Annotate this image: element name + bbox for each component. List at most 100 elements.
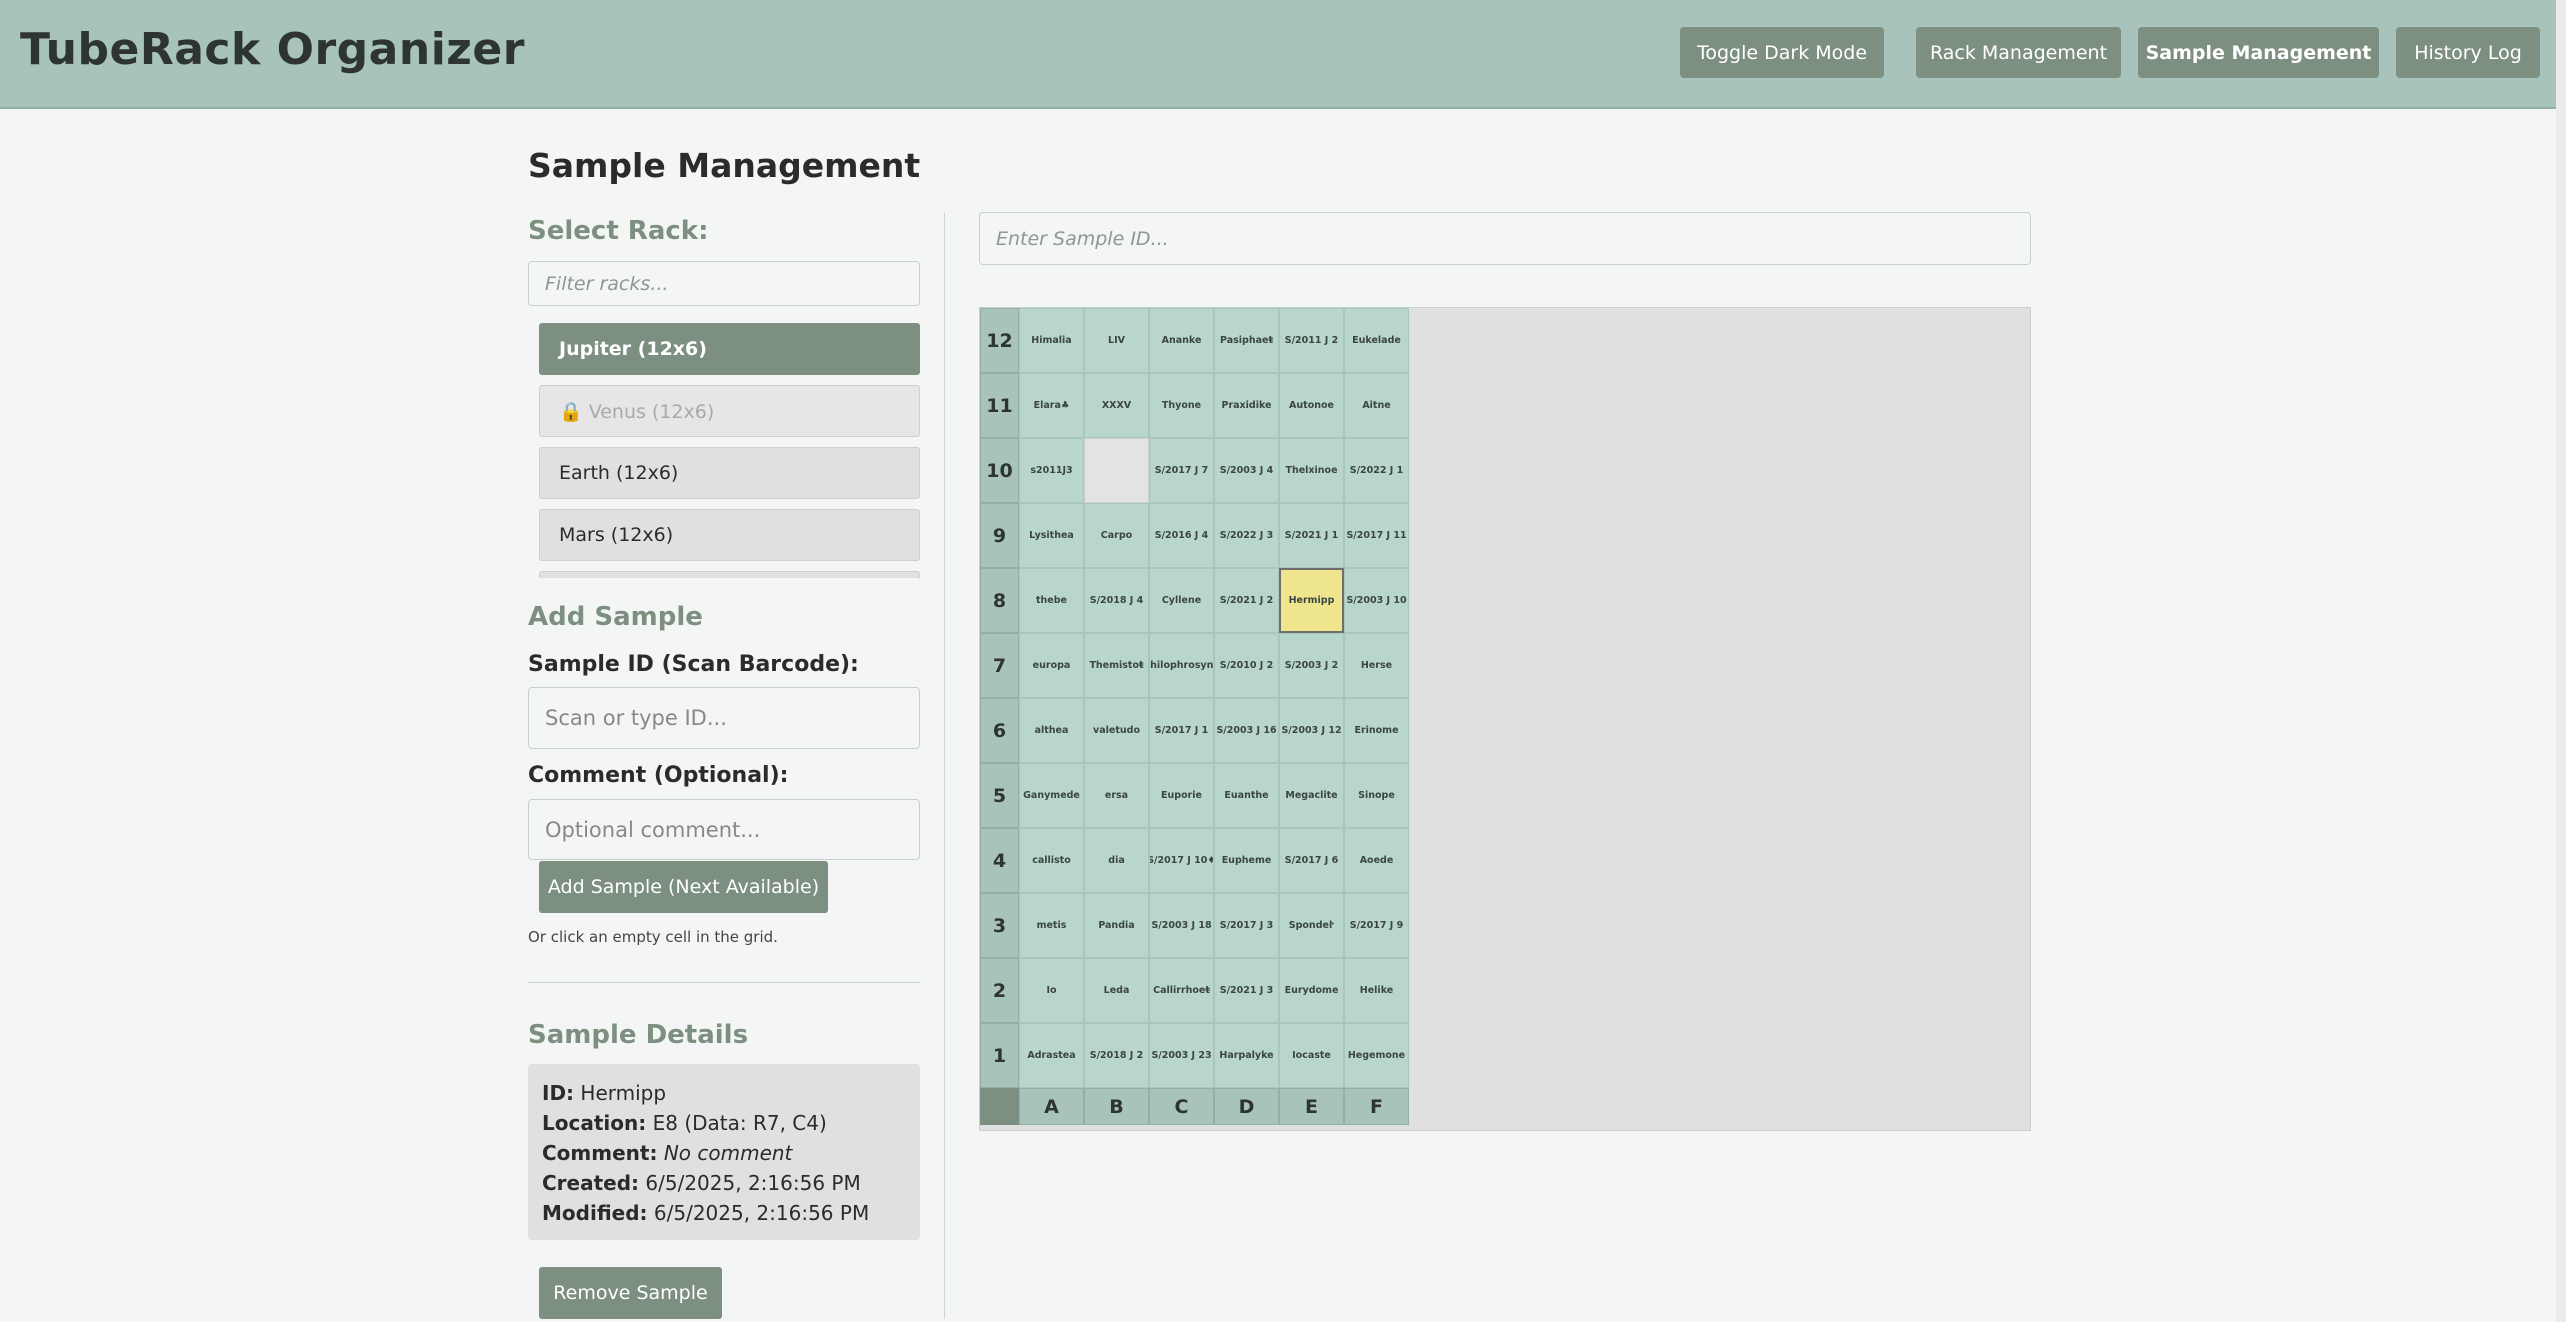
rack-cell-f11[interactable]: Aitne: [1344, 373, 1409, 438]
rack-cell-f12[interactable]: Eukelade: [1344, 308, 1409, 373]
add-sample-button[interactable]: Add Sample (Next Available): [539, 861, 828, 913]
rack-cell-a11[interactable]: Elara♣: [1019, 373, 1084, 438]
rack-cell-f3[interactable]: S/2017 J 9: [1344, 893, 1409, 958]
rack-cell-c4[interactable]: S/2017 J 10♦: [1149, 828, 1214, 893]
rack-cell-d9[interactable]: S/2022 J 3: [1214, 503, 1279, 568]
rack-cell-d4[interactable]: Eupheme: [1214, 828, 1279, 893]
rack-cell-e8[interactable]: Hermipp: [1279, 568, 1344, 633]
rack-cell-f4[interactable]: Aoede: [1344, 828, 1409, 893]
rack-cell-e3[interactable]: Spondeŀ: [1279, 893, 1344, 958]
sample-search-input[interactable]: [979, 212, 2031, 265]
rack-cell-b6[interactable]: valetudo: [1084, 698, 1149, 763]
rack-cell-a5[interactable]: Ganymede: [1019, 763, 1084, 828]
detail-id-label: ID:: [542, 1081, 575, 1105]
detail-created-label: Created:: [542, 1171, 640, 1195]
rack-cell-e2[interactable]: Eurydome: [1279, 958, 1344, 1023]
rack-cell-e12[interactable]: S/2011 J 2: [1279, 308, 1344, 373]
rack-cell-c2[interactable]: Callirrhoeŧ: [1149, 958, 1214, 1023]
rack-cell-a4[interactable]: callisto: [1019, 828, 1084, 893]
column-label-c: C: [1149, 1088, 1214, 1125]
rack-cell-e10[interactable]: Thelxinoe: [1279, 438, 1344, 503]
history-log-button[interactable]: History Log: [2396, 27, 2540, 78]
rack-cell-b4[interactable]: dia: [1084, 828, 1149, 893]
rack-cell-a9[interactable]: Lysithea: [1019, 503, 1084, 568]
rack-cell-a12[interactable]: Himalia: [1019, 308, 1084, 373]
rack-cell-d6[interactable]: S/2003 J 16: [1214, 698, 1279, 763]
rack-cell-d8[interactable]: S/2021 J 2: [1214, 568, 1279, 633]
rack-cell-e11[interactable]: Autonoe: [1279, 373, 1344, 438]
row-label-5: 5: [980, 763, 1019, 828]
rack-cell-b2[interactable]: Leda: [1084, 958, 1149, 1023]
rack-cell-b8[interactable]: S/2018 J 4: [1084, 568, 1149, 633]
rack-cell-d7[interactable]: S/2010 J 2: [1214, 633, 1279, 698]
rack-cell-e7[interactable]: S/2003 J 2: [1279, 633, 1344, 698]
rack-cell-c10[interactable]: S/2017 J 7: [1149, 438, 1214, 503]
rack-cell-f10[interactable]: S/2022 J 1: [1344, 438, 1409, 503]
toggle-dark-mode-button[interactable]: Toggle Dark Mode: [1680, 27, 1884, 78]
rack-cell-e6[interactable]: S/2003 J 12: [1279, 698, 1344, 763]
rack-cell-f9[interactable]: S/2017 J 11: [1344, 503, 1409, 568]
rack-cell-a10[interactable]: s2011J3: [1019, 438, 1084, 503]
column-label-b: B: [1084, 1088, 1149, 1125]
row-label-4: 4: [980, 828, 1019, 893]
rack-cell-c8[interactable]: Cyllene: [1149, 568, 1214, 633]
rack-management-button[interactable]: Rack Management: [1916, 27, 2121, 78]
detail-location-row: Location: E8 (Data: R7, C4): [542, 1108, 920, 1138]
rack-cell-d11[interactable]: Praxidike: [1214, 373, 1279, 438]
sample-details-heading: Sample Details: [528, 1020, 749, 1050]
rack-cell-d5[interactable]: Euanthe: [1214, 763, 1279, 828]
rack-cell-d10[interactable]: S/2003 J 4: [1214, 438, 1279, 503]
rack-cell-b12[interactable]: LIV: [1084, 308, 1149, 373]
rack-cell-b3[interactable]: Pandia: [1084, 893, 1149, 958]
rack-cell-b5[interactable]: ersa: [1084, 763, 1149, 828]
sample-id-input[interactable]: [528, 687, 920, 749]
rack-cell-a7[interactable]: europa: [1019, 633, 1084, 698]
rack-filter-input[interactable]: [528, 261, 920, 306]
rack-cell-c6[interactable]: S/2017 J 1: [1149, 698, 1214, 763]
rack-cell-c12[interactable]: Ananke: [1149, 308, 1214, 373]
sample-management-button[interactable]: Sample Management: [2138, 27, 2379, 78]
rack-cell-c7[interactable]: Philophrosyne: [1149, 633, 1214, 698]
rack-cell-d3[interactable]: S/2017 J 3: [1214, 893, 1279, 958]
rack-cell-f7[interactable]: Herse: [1344, 633, 1409, 698]
rack-cell-f5[interactable]: Sinope: [1344, 763, 1409, 828]
row-label-2: 2: [980, 958, 1019, 1023]
rack-cell-e4[interactable]: S/2017 J 6: [1279, 828, 1344, 893]
rack-cell-c9[interactable]: S/2016 J 4: [1149, 503, 1214, 568]
rack-cell-a6[interactable]: althea: [1019, 698, 1084, 763]
rack-cell-f1[interactable]: Hegemone: [1344, 1023, 1409, 1088]
rack-cell-a2[interactable]: Io: [1019, 958, 1084, 1023]
rack-cell-a3[interactable]: metis: [1019, 893, 1084, 958]
rack-cell-c3[interactable]: S/2003 J 18: [1149, 893, 1214, 958]
rack-cell-d12[interactable]: Pasiphaeŧ: [1214, 308, 1279, 373]
remove-sample-button[interactable]: Remove Sample: [539, 1267, 722, 1319]
rack-cell-a8[interactable]: thebe: [1019, 568, 1084, 633]
rack-cell-c1[interactable]: S/2003 J 23: [1149, 1023, 1214, 1088]
rack-cell-f6[interactable]: Erinome: [1344, 698, 1409, 763]
rack-cell-c5[interactable]: Euporie: [1149, 763, 1214, 828]
rack-cell-a1[interactable]: Adrastea: [1019, 1023, 1084, 1088]
rack-cell-e1[interactable]: Iocaste: [1279, 1023, 1344, 1088]
rack-cell-e9[interactable]: S/2021 J 1: [1279, 503, 1344, 568]
rack-cell-f8[interactable]: S/2003 J 10: [1344, 568, 1409, 633]
rack-cell-d1[interactable]: Harpalyke: [1214, 1023, 1279, 1088]
page-scrollbar[interactable]: [2556, 0, 2566, 1322]
column-label-f: F: [1344, 1088, 1409, 1125]
rack-cell-b1[interactable]: S/2018 J 2: [1084, 1023, 1149, 1088]
detail-modified-row: Modified: 6/5/2025, 2:16:56 PM: [542, 1198, 920, 1228]
rack-cell-b7[interactable]: Themistoŧ: [1084, 633, 1149, 698]
rack-item-venus[interactable]: 🔒 Venus (12x6): [539, 385, 920, 437]
rack-cell-c11[interactable]: Thyone: [1149, 373, 1214, 438]
comment-input[interactable]: [528, 799, 920, 860]
rack-item-mars[interactable]: Mars (12x6): [539, 509, 920, 561]
rack-item-earth[interactable]: Earth (12x6): [539, 447, 920, 499]
rack-cell-f2[interactable]: Helike: [1344, 958, 1409, 1023]
rack-item-jupiter[interactable]: Jupiter (12x6): [539, 323, 920, 375]
rack-cell-b11[interactable]: XXXV: [1084, 373, 1149, 438]
detail-modified-value: 6/5/2025, 2:16:56 PM: [653, 1201, 870, 1225]
rack-cell-b10[interactable]: [1084, 438, 1149, 503]
rack-cell-d2[interactable]: S/2021 J 3: [1214, 958, 1279, 1023]
rack-item-partial[interactable]: [539, 571, 920, 578]
rack-cell-b9[interactable]: Carpo: [1084, 503, 1149, 568]
rack-cell-e5[interactable]: Megaclite: [1279, 763, 1344, 828]
